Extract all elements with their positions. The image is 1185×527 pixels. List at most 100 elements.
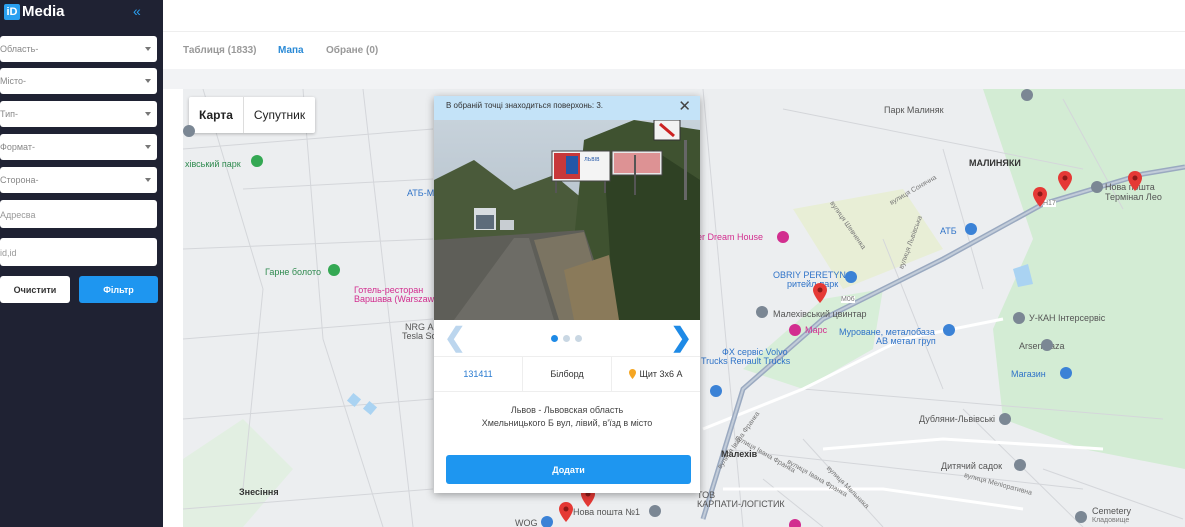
format-select[interactable]: Формат- bbox=[0, 134, 157, 160]
place-icon[interactable] bbox=[183, 125, 195, 137]
billboard-marker[interactable] bbox=[1128, 171, 1142, 191]
logo-text: Media bbox=[22, 3, 65, 20]
top-bar bbox=[163, 0, 1185, 32]
map-label: Марс bbox=[805, 325, 828, 335]
map-label: КАРПАТИ-ЛОГІСТИК bbox=[697, 499, 785, 509]
shop-icon[interactable] bbox=[845, 271, 857, 283]
location-pin-icon bbox=[629, 369, 637, 379]
chevron-down-icon bbox=[145, 47, 151, 51]
billboard-marker[interactable] bbox=[813, 283, 827, 303]
carousel-dot[interactable] bbox=[563, 335, 570, 342]
shop-icon[interactable] bbox=[1060, 367, 1072, 379]
cemetery-icon[interactable] bbox=[756, 306, 768, 318]
place-icon[interactable] bbox=[1021, 89, 1033, 101]
billboard-type: Білборд bbox=[523, 357, 612, 391]
billboard-code[interactable]: 131411 bbox=[434, 357, 523, 391]
map-label: Парк Малиняк bbox=[884, 105, 944, 115]
next-photo-icon[interactable]: ❯ bbox=[670, 322, 692, 353]
shop-icon[interactable] bbox=[710, 385, 722, 397]
tab-map[interactable]: Мапа bbox=[278, 45, 304, 56]
map-label: У-КАН Інтерсервіс bbox=[1029, 313, 1106, 323]
carousel-dots bbox=[551, 335, 582, 342]
map-label: АВ метал груп bbox=[876, 336, 936, 346]
map-label: Нова пошта №1 bbox=[573, 507, 640, 517]
logo[interactable]: iD Media bbox=[4, 3, 65, 20]
map-label: Trucks Renault Trucks bbox=[701, 356, 791, 366]
close-icon[interactable]: ✕ bbox=[678, 97, 691, 115]
billboard-photo-image: ЛЬВІВ bbox=[434, 120, 700, 320]
place-icon[interactable] bbox=[1091, 181, 1103, 193]
region-select[interactable]: Область- bbox=[0, 36, 157, 62]
map-type-map[interactable]: Карта bbox=[189, 97, 244, 133]
chevron-down-icon bbox=[145, 112, 151, 116]
map-label: Дитячий садок bbox=[941, 461, 1003, 471]
billboard-marker[interactable] bbox=[559, 502, 573, 522]
billboard-address: Львов - Львовская область Хмельницького … bbox=[434, 392, 700, 452]
place-icon[interactable] bbox=[1013, 312, 1025, 324]
chevron-down-icon bbox=[145, 178, 151, 182]
collapse-sidebar-icon[interactable]: « bbox=[133, 3, 141, 19]
type-select[interactable]: Тип- bbox=[0, 101, 157, 127]
billboard-format: Щит 3х6 А bbox=[612, 357, 700, 391]
shop-icon[interactable] bbox=[789, 519, 801, 527]
address-input-placeholder: Адресва bbox=[0, 210, 36, 220]
filter-button[interactable]: Фільтр bbox=[79, 276, 158, 303]
billboard-format-text: Щит 3х6 А bbox=[639, 369, 683, 379]
prev-photo-icon[interactable]: ❮ bbox=[444, 322, 466, 353]
billboard-photo[interactable]: ЛЬВІВ bbox=[434, 120, 700, 320]
map-label: Магазин bbox=[1011, 369, 1046, 379]
map-label: er Dream House bbox=[697, 232, 764, 242]
chevron-down-icon bbox=[145, 145, 151, 149]
shop-icon[interactable] bbox=[943, 324, 955, 336]
map-label: МАЛИНЯКИ bbox=[969, 158, 1021, 168]
carousel-dot[interactable] bbox=[551, 335, 558, 342]
park-icon[interactable] bbox=[251, 155, 263, 167]
popup-header: В обраній точці знаходиться поверхонь: 3… bbox=[434, 96, 700, 120]
map-label: Знесіння bbox=[239, 487, 279, 497]
map-label: Гарне болото bbox=[265, 267, 322, 277]
map-label: Дубляни-Львівські bbox=[919, 414, 995, 424]
type-select-label: Тип- bbox=[0, 109, 18, 119]
city-select[interactable]: Місто- bbox=[0, 68, 157, 94]
address-line-2: Хмельницького Б вул, лівий, в'їзд в міст… bbox=[481, 418, 653, 428]
add-button[interactable]: Додати bbox=[446, 455, 691, 484]
post-icon[interactable] bbox=[649, 505, 661, 517]
id-input-placeholder: id,id bbox=[0, 248, 17, 258]
carousel-dot[interactable] bbox=[575, 335, 582, 342]
billboard-marker[interactable] bbox=[1033, 187, 1047, 207]
map-label: Варшава (Warszawa) bbox=[354, 294, 443, 304]
address-line-1: Львов - Львовская область bbox=[510, 405, 624, 415]
side-select[interactable]: Сторона- bbox=[0, 167, 157, 193]
park-icon[interactable] bbox=[328, 264, 340, 276]
billboard-marker[interactable] bbox=[1058, 171, 1072, 191]
shop-icon[interactable] bbox=[777, 231, 789, 243]
map-label: WOG bbox=[515, 518, 538, 527]
billboard-popup: В обраній точці знаходиться поверхонь: 3… bbox=[434, 96, 700, 493]
shop-icon[interactable] bbox=[789, 324, 801, 336]
map-label: хівський парк bbox=[185, 159, 241, 169]
school-icon[interactable] bbox=[1014, 459, 1026, 471]
map-type-toggle: Карта Супутник bbox=[189, 97, 316, 133]
fuel-icon[interactable] bbox=[541, 516, 553, 527]
chevron-down-icon bbox=[145, 79, 151, 83]
popup-header-text: В обраній точці знаходиться поверхонь: 3… bbox=[446, 101, 604, 110]
clear-button[interactable]: Очистити bbox=[0, 276, 70, 303]
logo-mark: iD bbox=[4, 3, 20, 20]
tab-table[interactable]: Таблиця (1833) bbox=[183, 45, 257, 56]
tab-favorites[interactable]: Обране (0) bbox=[326, 45, 378, 56]
sidebar: iD Media « Область- Місто- Тип- Формат- … bbox=[0, 0, 163, 527]
map-label: Tesla Sc bbox=[402, 331, 437, 341]
address-input[interactable]: Адресва bbox=[0, 200, 157, 228]
id-input[interactable]: id,id bbox=[0, 238, 157, 266]
city-select-label: Місто- bbox=[0, 76, 27, 86]
shop-icon[interactable] bbox=[965, 223, 977, 235]
map-label: Кладовище bbox=[1092, 517, 1130, 524]
road-number: M06 bbox=[841, 296, 855, 303]
map-type-satellite[interactable]: Супутник bbox=[244, 97, 315, 133]
map-label: АТБ bbox=[940, 226, 957, 236]
billboard-photo-text: ЛЬВІВ bbox=[584, 157, 600, 163]
place-icon[interactable] bbox=[1041, 339, 1053, 351]
train-icon[interactable] bbox=[999, 413, 1011, 425]
cemetery-icon[interactable] bbox=[1075, 511, 1087, 523]
photo-carousel: ❮ ❯ bbox=[434, 320, 700, 356]
